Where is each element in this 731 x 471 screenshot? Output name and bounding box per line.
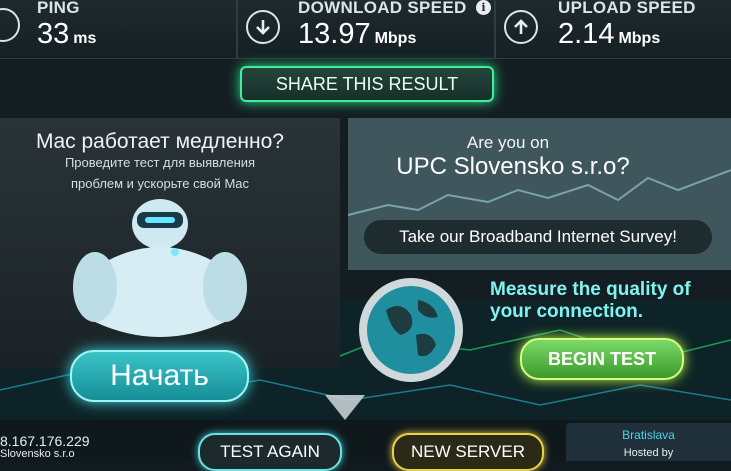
upload-value: 2.14	[558, 18, 615, 50]
globe-icon	[359, 278, 463, 382]
measure-line2: your connection.	[490, 301, 644, 322]
new-server-button[interactable]: NEW SERVER	[392, 433, 544, 471]
isp-name: UPC Slovensko s.r.o?	[396, 153, 630, 180]
robot-mascot-icon	[73, 199, 247, 337]
isp-label: Slovensko s.r.o	[0, 448, 75, 460]
download-value: 13.97	[298, 18, 371, 50]
download-unit: Mbps	[374, 30, 417, 47]
mac-ad-line1: Проведите тест для выявления	[64, 155, 256, 170]
share-result-button[interactable]: SHARE THIS RESULT	[240, 66, 494, 102]
upload-arrow-icon	[504, 10, 538, 44]
begin-test-button[interactable]: BEGIN TEST	[520, 338, 684, 380]
test-again-button[interactable]: TEST AGAIN	[198, 433, 342, 471]
ip-address: 8.167.176.229	[0, 433, 90, 449]
ping-icon	[0, 8, 20, 42]
server-city: Bratislava	[622, 428, 675, 442]
ping-unit: ms	[73, 30, 97, 47]
mac-ad-title: Mac работает медленно?	[35, 130, 284, 153]
ping-stat: PING 33 ms	[0, 0, 235, 56]
server-host: Hosted by	[623, 447, 674, 459]
download-stat: DOWNLOAD SPEED i 13.97 Mbps	[238, 0, 493, 56]
ping-label: PING	[37, 0, 80, 17]
upload-stat: UPLOAD SPEED 2.14 Mbps	[496, 0, 731, 56]
download-arrow-icon	[246, 10, 280, 44]
download-label: DOWNLOAD SPEED	[298, 0, 467, 17]
start-button[interactable]: Начать	[70, 350, 249, 402]
info-icon[interactable]: i	[476, 0, 491, 15]
survey-button[interactable]: Take our Broadband Internet Survey!	[364, 220, 712, 254]
measure-text: Measure the quality of your connection.	[490, 279, 730, 323]
measure-line1: Measure the quality of	[490, 279, 691, 300]
upload-label: UPLOAD SPEED	[558, 0, 696, 17]
upload-unit: Mbps	[618, 30, 661, 47]
mac-ad-line2: проблем и ускорьте свой Mac	[70, 176, 250, 191]
isp-question: Are you on	[466, 133, 550, 152]
ping-value: 33	[37, 18, 70, 50]
